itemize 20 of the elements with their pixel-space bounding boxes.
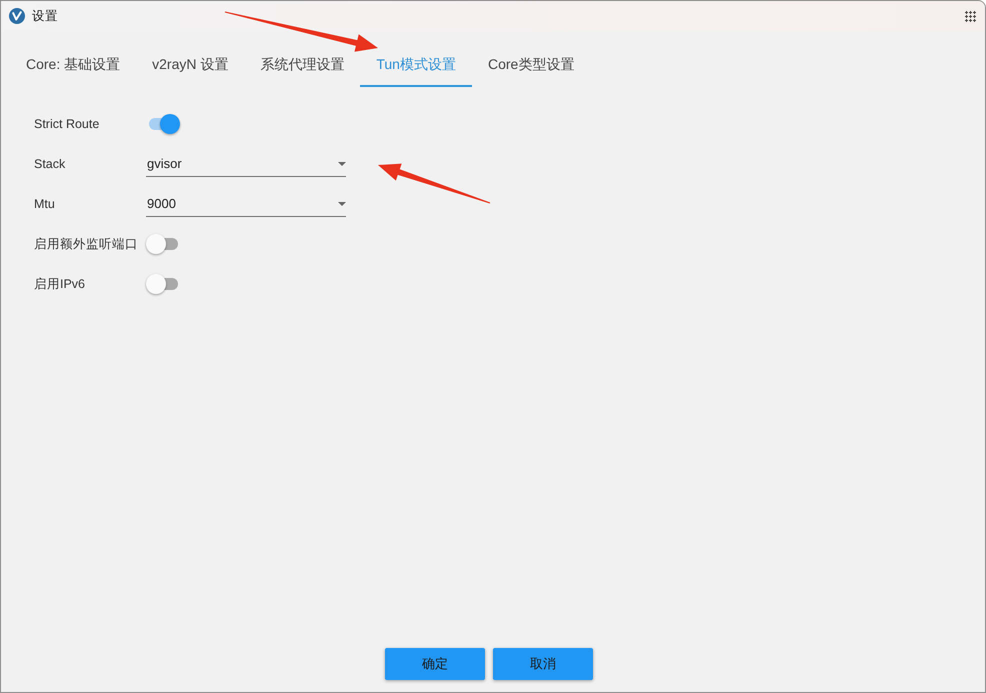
grid-menu-icon[interactable] bbox=[965, 10, 976, 22]
app-logo-icon bbox=[9, 8, 25, 24]
setting-label: 启用IPv6 bbox=[34, 276, 86, 292]
dropdown-field[interactable]: 9000 bbox=[146, 191, 346, 217]
caret-down-icon bbox=[338, 162, 346, 166]
setting-label: 启用额外监听端口 bbox=[34, 236, 139, 252]
tab[interactable]: Core: 基础设置 bbox=[10, 45, 136, 87]
toggle-switch[interactable] bbox=[146, 273, 180, 295]
dropdown-field[interactable]: gvisor bbox=[146, 151, 346, 177]
setting-label: Mtu bbox=[34, 197, 56, 211]
tab[interactable]: v2rayN 设置 bbox=[136, 45, 244, 87]
window-title: 设置 bbox=[32, 8, 58, 24]
caret-down-icon bbox=[338, 202, 346, 206]
toggle-switch[interactable] bbox=[146, 233, 180, 255]
tab[interactable]: 系统代理设置 bbox=[244, 45, 360, 87]
setting-label: Strict Route bbox=[34, 117, 100, 131]
dialog-button[interactable]: 取消 bbox=[493, 648, 593, 680]
setting-label: Stack bbox=[34, 157, 66, 171]
dialog-button[interactable]: 确定 bbox=[385, 648, 485, 680]
tab[interactable]: Core类型设置 bbox=[472, 45, 590, 87]
